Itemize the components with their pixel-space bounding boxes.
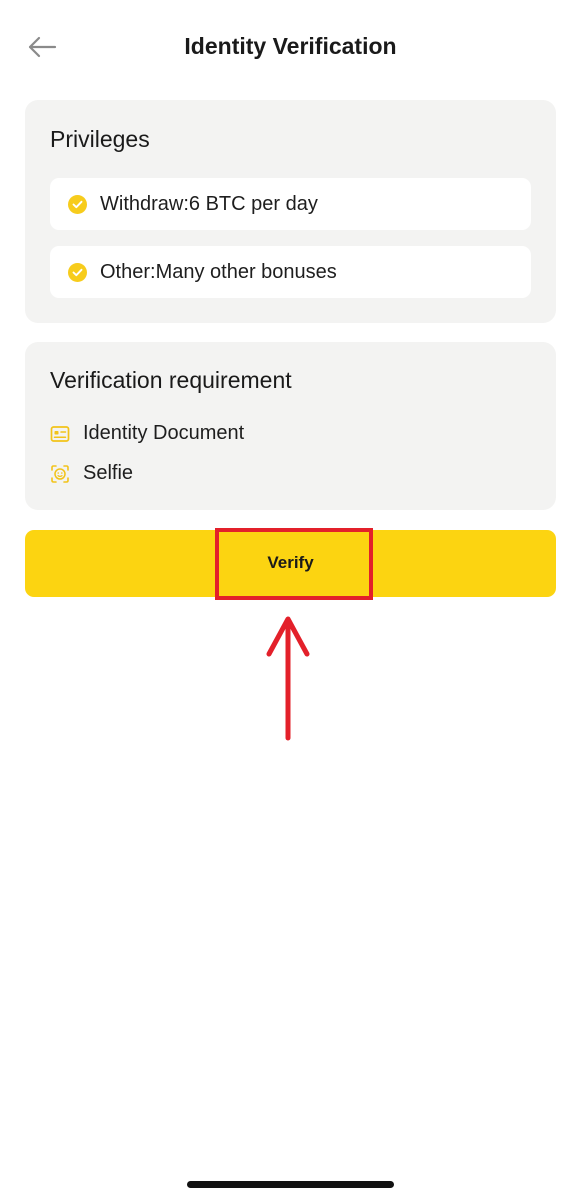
privilege-label: Withdraw:6 BTC per day [100,192,318,215]
verify-button[interactable]: Verify [25,530,556,597]
privilege-label: Other:Many other bonuses [100,260,337,283]
requirement-label: Selfie [83,462,134,484]
privileges-card: Privileges Withdraw:6 BTC per day Other:… [25,100,556,323]
privilege-item-withdraw: Withdraw:6 BTC per day [50,178,531,230]
top-bar: Identity Verification [0,0,581,95]
requirement-label: Identity Document [83,422,245,444]
verify-button-label: Verify [267,553,314,572]
requirement-item-document: Identity Document [50,422,244,445]
requirement-item-selfie: Selfie [50,462,133,485]
id-card-icon [50,424,70,444]
home-indicator[interactable] [187,1181,394,1188]
privileges-title: Privileges [50,126,150,152]
red-up-arrow [266,616,310,741]
face-scan-icon [50,464,70,484]
requirements-title: Verification requirement [50,367,292,393]
requirements-card: Verification requirement Identity Docume… [25,342,556,510]
page-title: Identity Verification [184,33,397,59]
check-circle-icon [68,262,87,282]
check-circle-icon [68,194,87,214]
privilege-item-other: Other:Many other bonuses [50,246,531,298]
